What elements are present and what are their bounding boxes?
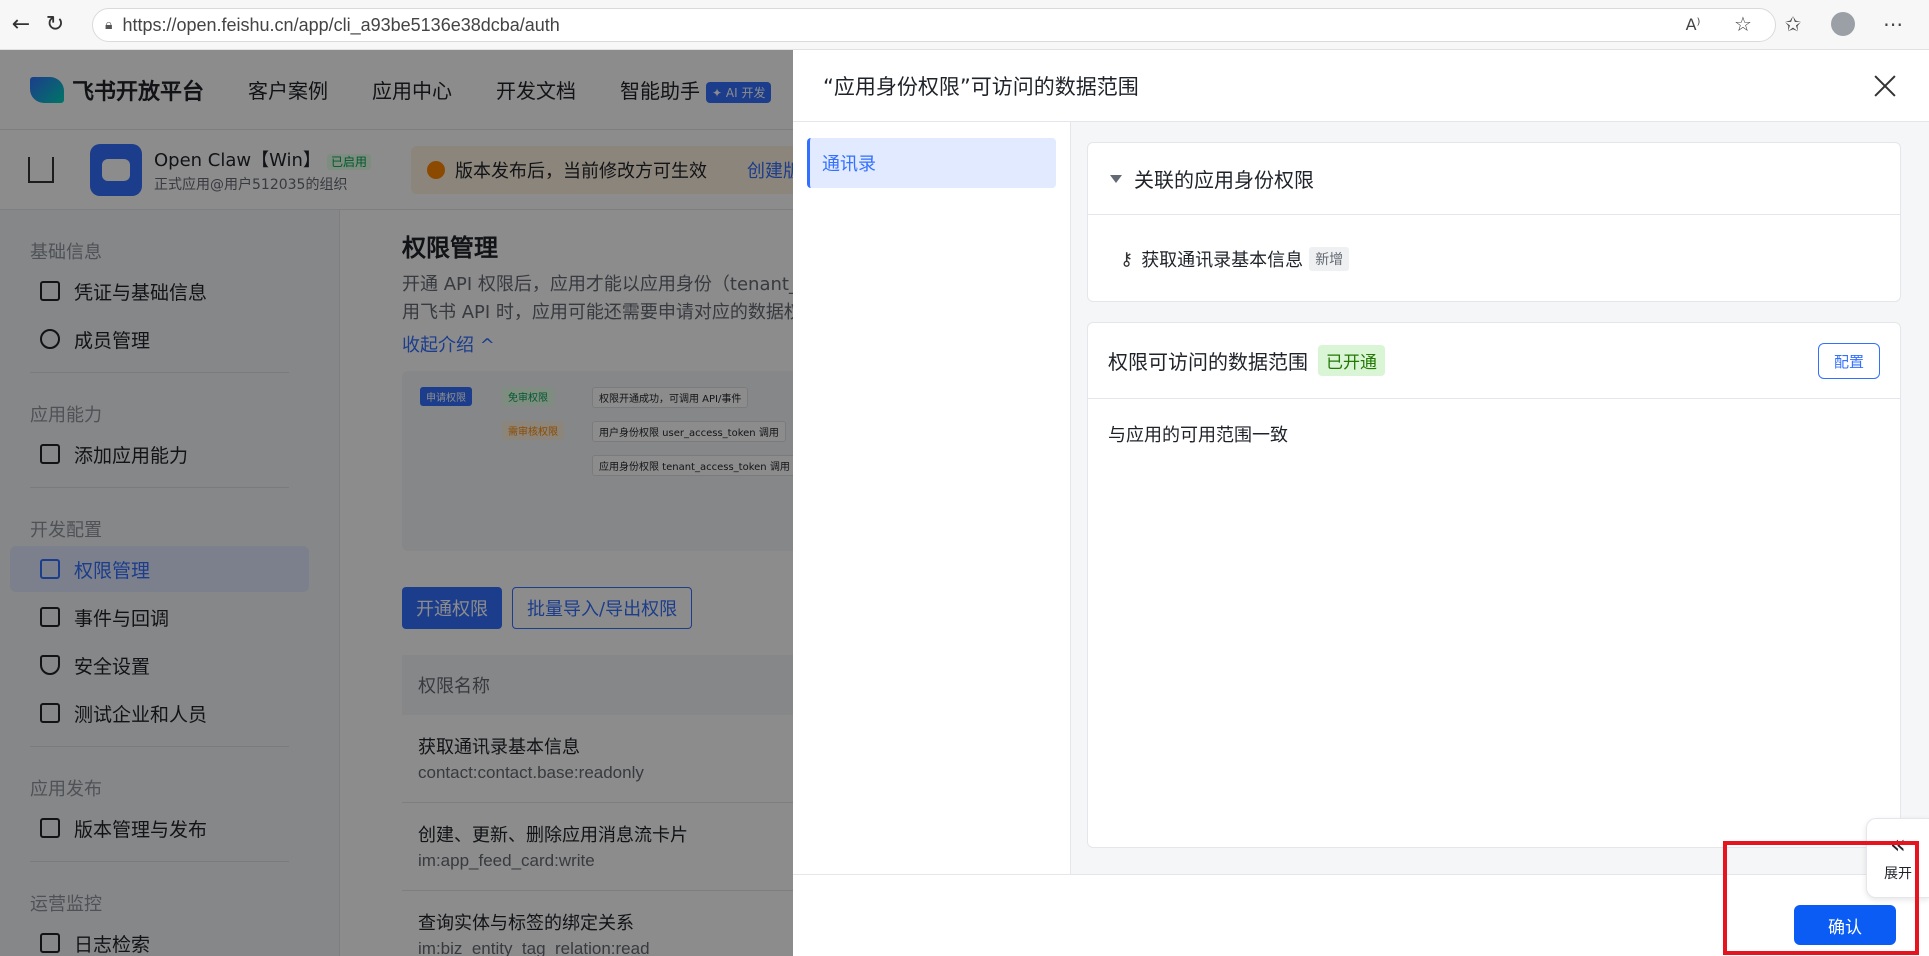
drawer-content: 关联的应用身份权限 ⚷ 获取通讯录基本信息 新增 权限可访问的数据范围 已开通 … <box>1071 122 1929 874</box>
modal-mask[interactable] <box>0 50 793 956</box>
permission-item-name: 获取通讯录基本信息 <box>1141 250 1304 271</box>
related-permissions-header[interactable]: 关联的应用身份权限 <box>1088 143 1900 215</box>
drawer-title: “应用身份权限”可访问的数据范围 <box>823 74 1139 99</box>
annotation-highlight-box <box>1723 841 1919 955</box>
data-scope-card: 权限可访问的数据范围 已开通 配置 与应用的可用范围一致 <box>1087 322 1901 848</box>
permission-item: ⚷ 获取通讯录基本信息 新增 <box>1088 215 1900 303</box>
close-icon[interactable] <box>1871 72 1899 100</box>
back-arrow-icon[interactable]: ← <box>4 8 38 42</box>
browser-toolbar: ← ↻ 🔒︎ https://open.feishu.cn/app/cli_a9… <box>0 0 1929 50</box>
more-menu-icon[interactable]: ⋯ <box>1877 8 1909 40</box>
data-scope-drawer: “应用身份权限”可访问的数据范围 通讯录 关联的应用身份权限 ⚷ 获取通讯录基本… <box>793 50 1929 956</box>
config-button[interactable]: 配置 <box>1818 343 1880 379</box>
url-text: https://open.feishu.cn/app/cli_a93be5136… <box>122 14 560 35</box>
key-icon: ⚷ <box>1120 248 1134 270</box>
favorites-list-icon[interactable]: ✩ <box>1777 8 1809 40</box>
favorite-star-icon[interactable]: ☆ <box>1727 8 1759 40</box>
data-scope-header: 权限可访问的数据范围 已开通 配置 <box>1088 323 1900 399</box>
refresh-icon[interactable]: ↻ <box>38 8 72 42</box>
profile-avatar-icon[interactable] <box>1827 8 1859 40</box>
related-permissions-card: 关联的应用身份权限 ⚷ 获取通讯录基本信息 新增 <box>1087 142 1901 302</box>
address-bar[interactable]: 🔒︎ https://open.feishu.cn/app/cli_a93be5… <box>92 8 1776 42</box>
site-info-icon[interactable]: 🔒︎ <box>105 17 112 33</box>
data-scope-text: 与应用的可用范围一致 <box>1108 425 1288 446</box>
read-aloud-icon[interactable]: A⁾ <box>1677 8 1709 40</box>
drawer-tab-list: 通讯录 <box>793 122 1071 874</box>
caret-down-icon <box>1110 174 1122 183</box>
tab-contacts[interactable]: 通讯录 <box>807 138 1056 188</box>
status-badge: 已开通 <box>1318 345 1385 376</box>
new-badge: 新增 <box>1309 247 1350 271</box>
related-permissions-title: 关联的应用身份权限 <box>1134 168 1314 192</box>
data-scope-title: 权限可访问的数据范围 <box>1108 350 1308 374</box>
drawer-header: “应用身份权限”可访问的数据范围 <box>793 50 1929 122</box>
